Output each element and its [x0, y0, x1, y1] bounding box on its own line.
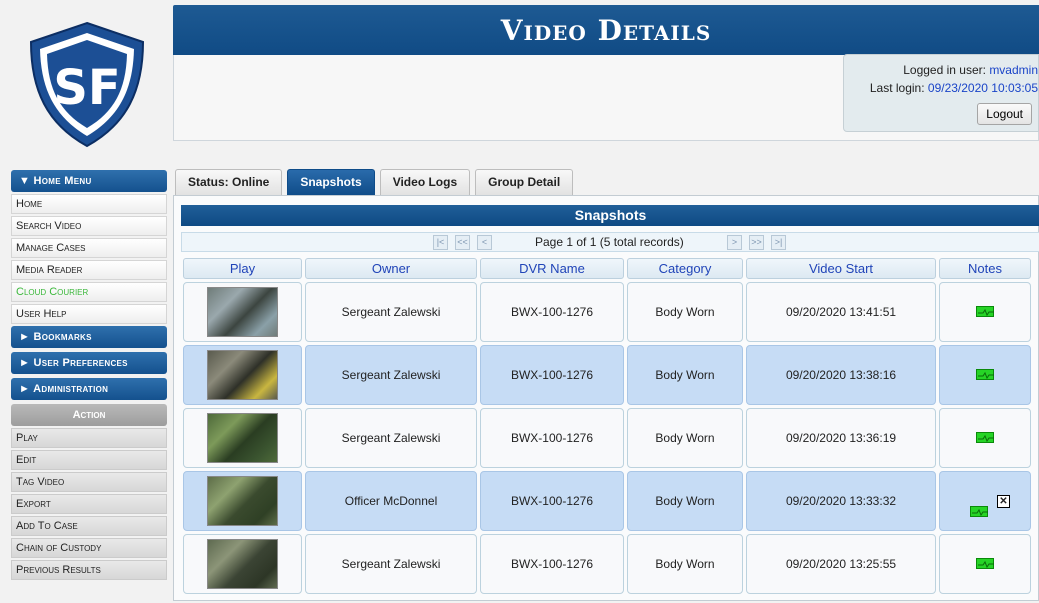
- category-cell: Body Worn: [627, 282, 743, 342]
- logo-text: SF: [53, 60, 120, 116]
- bookmarks-header[interactable]: ► Bookmarks: [11, 326, 167, 348]
- home-menu-header[interactable]: ▼ Home Menu: [11, 170, 167, 192]
- last-login-line: Last login: 09/23/2020 10:03:05: [844, 79, 1038, 97]
- notes-cell: [939, 408, 1031, 468]
- notes-icon[interactable]: [976, 432, 994, 443]
- video-thumbnail[interactable]: [207, 539, 278, 589]
- notes-icon[interactable]: [976, 558, 994, 569]
- video-start-cell: 09/20/2020 13:41:51: [746, 282, 936, 342]
- video-thumbnail[interactable]: [207, 476, 278, 526]
- notes-icon[interactable]: [976, 369, 994, 380]
- sidebar-item-home[interactable]: Home: [11, 194, 167, 214]
- category-cell: Body Worn: [627, 408, 743, 468]
- action-edit[interactable]: Edit: [11, 450, 167, 470]
- play-cell[interactable]: [183, 345, 302, 405]
- owner-cell: Officer McDonnel: [305, 471, 477, 531]
- dvr-name-cell: BWX-100-1276: [480, 282, 624, 342]
- play-cell[interactable]: [183, 282, 302, 342]
- delete-note-icon[interactable]: ✕: [997, 495, 1010, 508]
- col-owner[interactable]: Owner: [305, 258, 477, 279]
- video-start-cell: 09/20/2020 13:36:19: [746, 408, 936, 468]
- tab-bar: Status: Online Snapshots Video Logs Grou…: [175, 169, 578, 195]
- sidebar-item-user-help[interactable]: User Help: [11, 304, 167, 324]
- col-video-start[interactable]: Video Start: [746, 258, 936, 279]
- logged-in-label: Logged in user:: [903, 63, 986, 77]
- table-row[interactable]: Officer McDonnel BWX-100-1276 Body Worn 09/…: [183, 471, 1039, 531]
- action-play[interactable]: Play: [11, 428, 167, 448]
- notes-cell: [939, 282, 1031, 342]
- action-previous-results[interactable]: Previous Results: [11, 560, 167, 580]
- sidebar: ▼ Home Menu Home Search Video Manage Cas…: [11, 170, 167, 582]
- table-row[interactable]: Sergeant Zalewski BWX-100-1276 Body Worn 09…: [183, 534, 1039, 594]
- tab-status[interactable]: Status: Online: [175, 169, 283, 195]
- action-export[interactable]: Export: [11, 494, 167, 514]
- owner-cell: Sergeant Zalewski: [305, 408, 477, 468]
- owner-cell: Sergeant Zalewski: [305, 345, 477, 405]
- dvr-name-cell: BWX-100-1276: [480, 534, 624, 594]
- action-tag-video[interactable]: Tag Video: [11, 472, 167, 492]
- last-login-label: Last login:: [869, 81, 925, 95]
- table-row[interactable]: Sergeant Zalewski BWX-100-1276 Body Worn 09…: [183, 345, 1039, 405]
- sidebar-item-manage-cases[interactable]: Manage Cases: [11, 238, 167, 258]
- action-chain-of-custody[interactable]: Chain of Custody: [11, 538, 167, 558]
- table-row[interactable]: Sergeant Zalewski BWX-100-1276 Body Worn 09…: [183, 408, 1039, 468]
- page-title: Video Details: [173, 5, 1039, 55]
- first-page-button[interactable]: |<: [433, 235, 448, 250]
- col-play[interactable]: Play: [183, 258, 302, 279]
- logo: SF: [22, 20, 152, 150]
- notes-icon[interactable]: [970, 506, 988, 517]
- play-cell[interactable]: [183, 471, 302, 531]
- category-cell: Body Worn: [627, 471, 743, 531]
- col-dvr-name[interactable]: DVR Name: [480, 258, 624, 279]
- sidebar-item-cloud-courier[interactable]: Cloud Courier: [11, 282, 167, 302]
- dvr-name-cell: BWX-100-1276: [480, 345, 624, 405]
- dvr-name-cell: BWX-100-1276: [480, 471, 624, 531]
- col-category[interactable]: Category: [627, 258, 743, 279]
- category-cell: Body Worn: [627, 345, 743, 405]
- snapshots-panel: Snapshots |< << < Page 1 of 1 (5 total r…: [173, 195, 1039, 601]
- pager: |< << < Page 1 of 1 (5 total records) > …: [181, 232, 1039, 252]
- next-page-group-button[interactable]: >>: [749, 235, 764, 250]
- dvr-name-cell: BWX-100-1276: [480, 408, 624, 468]
- action-header: Action: [11, 404, 167, 426]
- tab-video-logs[interactable]: Video Logs: [379, 169, 471, 195]
- administration-header[interactable]: ► Administration: [11, 378, 167, 400]
- owner-cell: Sergeant Zalewski: [305, 282, 477, 342]
- table-row[interactable]: Sergeant Zalewski BWX-100-1276 Body Worn 09…: [183, 282, 1039, 342]
- login-info: Logged in user: mvadmin Last login: 09/2…: [843, 54, 1039, 132]
- notes-cell: [939, 345, 1031, 405]
- notes-icon[interactable]: [976, 306, 994, 317]
- sidebar-item-search-video[interactable]: Search Video: [11, 216, 167, 236]
- video-thumbnail[interactable]: [207, 350, 278, 400]
- video-thumbnail[interactable]: [207, 413, 278, 463]
- action-add-to-case[interactable]: Add To Case: [11, 516, 167, 536]
- logout-button[interactable]: Logout: [977, 103, 1032, 125]
- video-start-cell: 09/20/2020 13:25:55: [746, 534, 936, 594]
- tab-group-detail[interactable]: Group Detail: [475, 169, 574, 195]
- col-notes[interactable]: Notes: [939, 258, 1031, 279]
- play-cell[interactable]: [183, 534, 302, 594]
- prev-page-button[interactable]: <: [477, 235, 492, 250]
- owner-cell: Sergeant Zalewski: [305, 534, 477, 594]
- last-page-button[interactable]: >|: [771, 235, 786, 250]
- notes-cell: [939, 534, 1031, 594]
- category-cell: Body Worn: [627, 534, 743, 594]
- notes-cell: ✕: [939, 471, 1031, 531]
- play-cell[interactable]: [183, 408, 302, 468]
- user-preferences-header[interactable]: ► User Preferences: [11, 352, 167, 374]
- tab-snapshots[interactable]: Snapshots: [287, 169, 375, 195]
- video-start-cell: 09/20/2020 13:38:16: [746, 345, 936, 405]
- snapshots-title: Snapshots: [181, 205, 1039, 226]
- video-start-cell: 09/20/2020 13:33:32: [746, 471, 936, 531]
- prev-page-group-button[interactable]: <<: [455, 235, 470, 250]
- logged-in-line: Logged in user: mvadmin: [844, 61, 1038, 79]
- last-login-value: 09/23/2020 10:03:05: [927, 81, 1038, 95]
- username: mvadmin: [989, 63, 1038, 77]
- sidebar-item-media-reader[interactable]: Media Reader: [11, 260, 167, 280]
- page-info: Page 1 of 1 (5 total records): [535, 235, 684, 249]
- next-page-button[interactable]: >: [727, 235, 742, 250]
- video-thumbnail[interactable]: [207, 287, 278, 337]
